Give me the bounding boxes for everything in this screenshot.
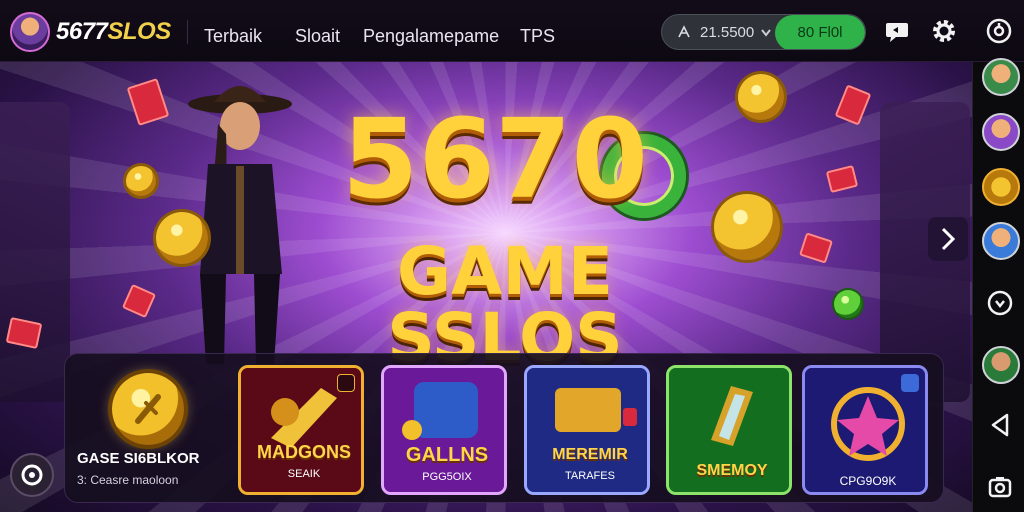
nav-item-sloait[interactable]: Sloait (295, 26, 340, 47)
headset-icon (21, 464, 43, 486)
featured-subtitle: 3: Ceasre maoloon (77, 473, 179, 487)
game-tile-cpg9o9k[interactable]: CPG9O9K (802, 365, 928, 495)
rail-avatar-player-2[interactable] (982, 113, 1020, 151)
tile-title: MEREMIR (552, 446, 628, 463)
tile-subtitle: SEAIK (287, 468, 321, 480)
tile-subtitle: PGG5OIX (422, 471, 472, 483)
brand-logo[interactable]: 5677SLOS (56, 18, 171, 46)
coin-decoration (156, 212, 208, 264)
compass-icon[interactable] (985, 288, 1015, 318)
coin-decoration (834, 290, 862, 318)
hero-subtitle: GAME SSLOS (387, 233, 623, 376)
tile-title: SMEMOY (696, 462, 768, 479)
featured-coin-icon[interactable] (112, 373, 184, 445)
rail-avatar-player-3[interactable] (982, 222, 1020, 260)
game-tile-meremir[interactable]: MEREMIR TARAFES (524, 365, 650, 495)
rail-avatar-chest[interactable] (982, 168, 1020, 206)
coin-decoration (126, 166, 156, 196)
user-avatar[interactable] (10, 12, 50, 52)
left-slot-machine (0, 102, 70, 402)
tile-title: MADGONS (257, 442, 351, 462)
game-tile-smemoy[interactable]: SMEMOY (666, 365, 792, 495)
coin-decoration (738, 74, 784, 120)
brand-prefix: 5677 (56, 18, 108, 45)
hero-title: 5670 (341, 95, 649, 223)
nav-item-tps[interactable]: TPS (520, 26, 555, 47)
balance-amount: 21.5500 (700, 24, 755, 41)
back-triangle-icon[interactable] (985, 410, 1015, 440)
tile-subtitle: CPG9O9K (839, 474, 897, 488)
tile-badge (337, 374, 355, 392)
leaf-icon (135, 394, 161, 424)
tile-title: GALLNS (405, 444, 489, 466)
balance-widget[interactable]: 21.5500 80 Fl0l (661, 14, 866, 50)
screenshot-icon[interactable] (985, 472, 1015, 502)
game-tile-gallns[interactable]: GALLNS PGG5OIX (381, 365, 507, 495)
tile-subtitle: TARAFES (565, 470, 615, 482)
nav-item-terbaik[interactable]: Terbaik (204, 26, 262, 47)
coin-icon (678, 25, 690, 38)
featured-title: GASE SI6BLKOR (77, 450, 200, 467)
game-tile-madgons[interactable]: MADGONS SEAIK (238, 365, 364, 495)
rail-avatar-player-4[interactable] (982, 346, 1020, 384)
power-icon[interactable] (985, 17, 1013, 45)
top-bar: 5677SLOS Terbaik Sloait Pengalamepame TP… (0, 0, 1024, 62)
chevron-down-icon[interactable] (759, 22, 773, 42)
brand-suffix: SLOS (107, 18, 171, 45)
hero-next-button[interactable] (928, 217, 968, 261)
brand-divider (187, 20, 188, 44)
chat-icon[interactable] (884, 17, 912, 45)
deposit-button[interactable]: 80 Fl0l (775, 15, 865, 49)
tile-badge (901, 374, 919, 392)
rail-avatar-player-1[interactable] (982, 58, 1020, 96)
chevron-right-icon (941, 227, 956, 251)
gear-icon[interactable] (930, 17, 958, 45)
support-button[interactable] (10, 453, 54, 497)
nav-item-pengalamepame[interactable]: Pengalamepame (363, 26, 499, 47)
